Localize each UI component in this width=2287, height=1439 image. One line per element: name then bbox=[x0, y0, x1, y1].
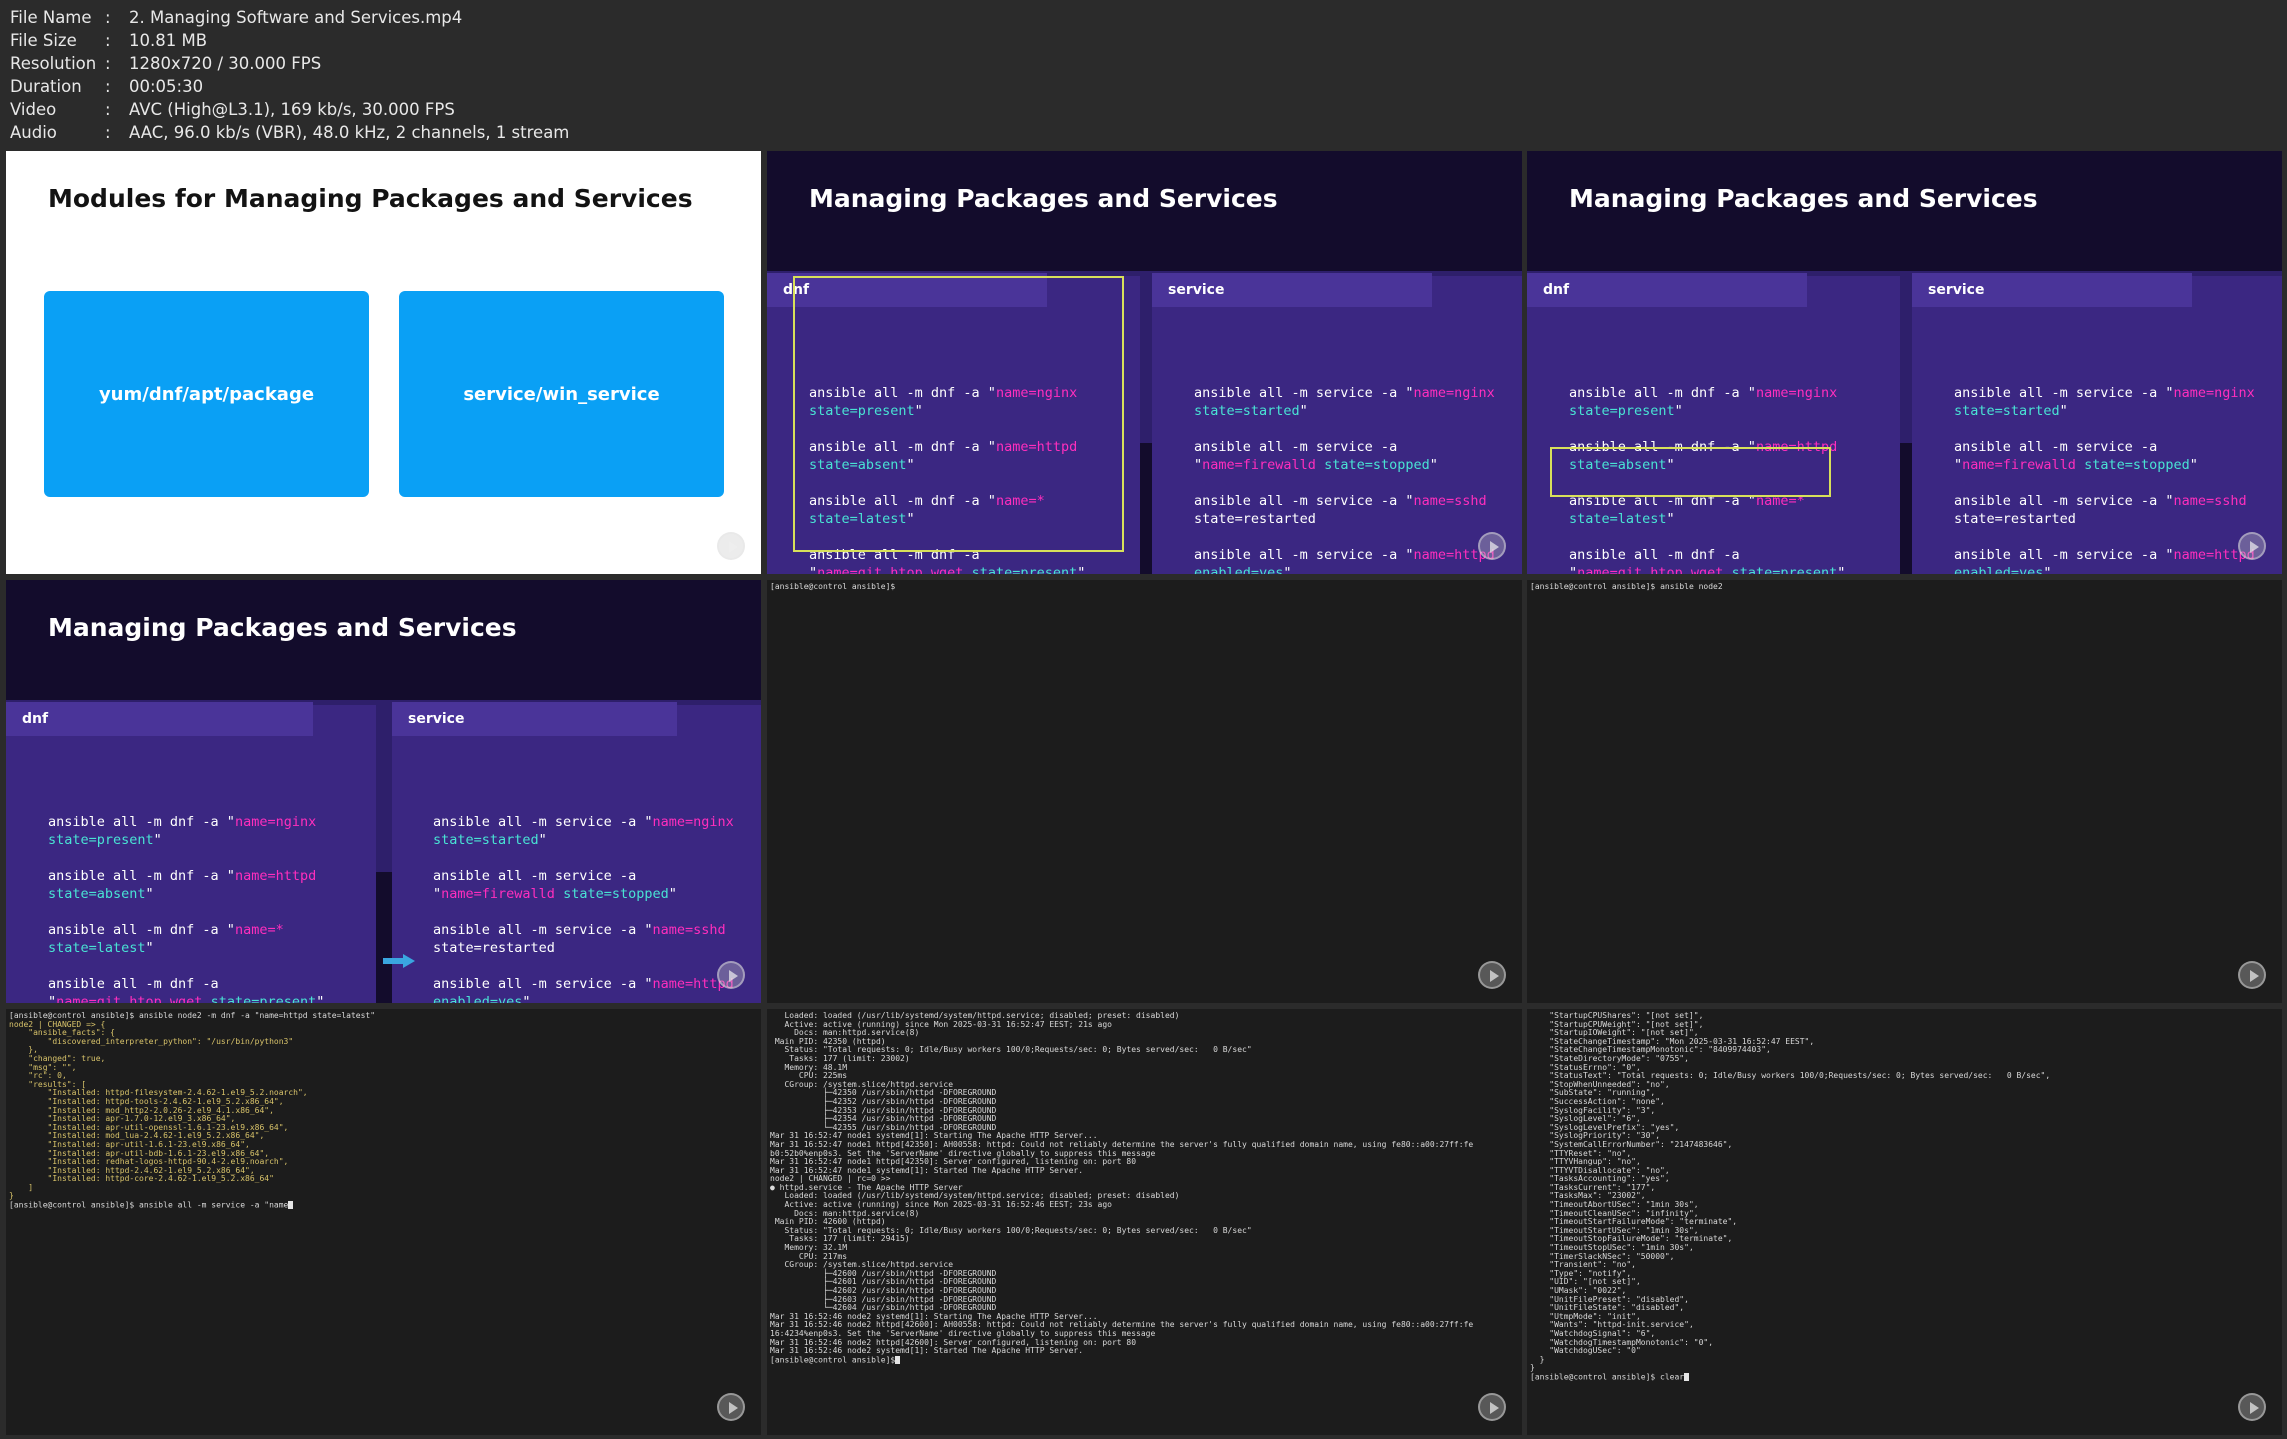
slide-title: Modules for Managing Packages and Servic… bbox=[48, 184, 693, 213]
terminal-prompt-line: [ansible@control ansible]$ ansible all -… bbox=[9, 1201, 375, 1210]
info-key: File Name bbox=[10, 8, 92, 27]
service-commands: ansible all -m service -a "name=nginx sta… bbox=[1194, 385, 1495, 574]
tab-dnf: dnf bbox=[6, 702, 313, 736]
play-icon[interactable] bbox=[2238, 532, 2266, 560]
terminal-line: "WatchdogUSec": "0" bbox=[1530, 1346, 1641, 1356]
thumbnail-9[interactable]: "StartupCPUShares": "[not set]", "Startu… bbox=[1527, 1009, 2282, 1435]
terminal-command: ansible node2 bbox=[1660, 582, 1723, 591]
play-icon[interactable] bbox=[1478, 961, 1506, 989]
play-icon[interactable] bbox=[2238, 961, 2266, 989]
info-key: Resolution bbox=[10, 54, 97, 73]
arrow-right-icon bbox=[383, 954, 415, 968]
cursor bbox=[288, 1201, 294, 1210]
terminal-line: } bbox=[1530, 1354, 1545, 1364]
module-box-services: service/win_service bbox=[399, 291, 724, 497]
thumbnail-7[interactable]: [ansible@control ansible]$ ansible node2… bbox=[6, 1009, 761, 1435]
terminal-line: Memory: 48.1M bbox=[770, 1062, 848, 1072]
highlight-box bbox=[1550, 447, 1831, 497]
terminal-line: "discovered_interpreter_python": "/usr/b… bbox=[9, 1036, 294, 1046]
info-key: Video bbox=[10, 100, 57, 119]
play-icon[interactable] bbox=[717, 532, 745, 560]
info-key: File Size bbox=[10, 31, 77, 50]
cursor bbox=[895, 1355, 901, 1364]
info-value: AAC, 96.0 kb/s (VBR), 48.0 kHz, 2 channe… bbox=[129, 123, 570, 142]
terminal-line: Tasks: 177 (limit: 29415) bbox=[770, 1234, 910, 1244]
dnf-panel: dnf ansible all -m dnf -a "name=nginx sta… bbox=[1527, 273, 1900, 574]
terminal-output: [ansible@control ansible]$ ansible node2 bbox=[1530, 582, 1723, 592]
info-value: 2. Managing Software and Services.mp4 bbox=[129, 8, 463, 27]
thumbnail-1[interactable]: Modules for Managing Packages and Servic… bbox=[6, 151, 761, 574]
info-value: AVC (High@L3.1), 169 kb/s, 30.000 FPS bbox=[129, 100, 455, 119]
terminal-output: Loaded: loaded (/usr/lib/systemd/system/… bbox=[770, 1011, 1473, 1365]
service-panel: service ansible all -m service -a "name=… bbox=[1152, 273, 1522, 574]
play-icon[interactable] bbox=[717, 1393, 745, 1421]
thumbnail-5[interactable]: [ansible@control ansible]$ bbox=[767, 580, 1522, 1003]
info-value: 1280x720 / 30.000 FPS bbox=[129, 54, 322, 73]
tab-service: service bbox=[392, 702, 677, 736]
terminal-line: Memory: 32.1M bbox=[770, 1243, 848, 1253]
service-commands: ansible all -m service -a "name=nginx sta… bbox=[433, 814, 734, 1003]
slide-title: Managing Packages and Services bbox=[1569, 184, 2038, 213]
terminal-output: "StartupCPUShares": "[not set]", "Startu… bbox=[1530, 1011, 2050, 1382]
highlight-box bbox=[793, 276, 1124, 552]
info-row-file-name: File Name:2. Managing Software and Servi… bbox=[10, 8, 463, 27]
slide-title: Managing Packages and Services bbox=[809, 184, 1278, 213]
play-icon[interactable] bbox=[1478, 532, 1506, 560]
terminal-line: "Installed: httpd-core-2.4.62-1.el9_5.2.… bbox=[9, 1174, 274, 1184]
terminal-prompt-line: [ansible@control ansible]$ clear bbox=[1530, 1373, 2050, 1382]
thumbnail-3[interactable]: Managing Packages and Services dnf ansib… bbox=[1527, 151, 2282, 574]
info-row-file-size: File Size:10.81 MB bbox=[10, 31, 208, 50]
terminal-output: [ansible@control ansible]$ ansible node2… bbox=[9, 1011, 375, 1210]
dnf-panel: dnf ansible all -m dnf -a "name=nginx sta… bbox=[6, 702, 376, 1003]
play-icon[interactable] bbox=[717, 961, 745, 989]
thumbnail-6[interactable]: [ansible@control ansible]$ ansible node2 bbox=[1527, 580, 2282, 1003]
tab-service: service bbox=[1152, 273, 1432, 307]
service-panel: service ansible all -m service -a "name=… bbox=[392, 702, 761, 1003]
info-row-duration: Duration:00:05:30 bbox=[10, 77, 204, 96]
thumbnail-grid: Modules for Managing Packages and Servic… bbox=[6, 151, 2282, 1435]
thumbnail-2[interactable]: Managing Packages and Services dnf ansib… bbox=[767, 151, 1522, 574]
cursor bbox=[1684, 1372, 1690, 1381]
service-panel: service ansible all -m service -a "name=… bbox=[1912, 273, 2282, 574]
terminal-output: [ansible@control ansible]$ bbox=[770, 582, 896, 592]
info-row-audio: Audio: AAC, 96.0 kb/s (VBR), 48.0 kHz, 2 … bbox=[10, 123, 570, 142]
service-commands: ansible all -m service -a "name=nginx sta… bbox=[1954, 385, 2255, 574]
info-value: 10.81 MB bbox=[129, 31, 208, 50]
module-box-packages: yum/dnf/apt/package bbox=[44, 291, 369, 497]
info-row-video: Video: AVC (High@L3.1), 169 kb/s, 30.000 … bbox=[10, 100, 455, 119]
info-row-resolution: Resolution:1280x720 / 30.000 FPS bbox=[10, 54, 322, 73]
play-icon[interactable] bbox=[2238, 1393, 2266, 1421]
file-info-header: File Name:2. Managing Software and Servi… bbox=[10, 6, 569, 144]
info-key: Duration bbox=[10, 77, 82, 96]
thumbnail-4[interactable]: Managing Packages and Services dnf ansib… bbox=[6, 580, 761, 1003]
tab-service: service bbox=[1912, 273, 2192, 307]
info-key: Audio bbox=[10, 123, 57, 142]
info-value: 00:05:30 bbox=[129, 77, 204, 96]
slide-title: Managing Packages and Services bbox=[48, 613, 517, 642]
terminal-prompt: [ansible@control ansible]$ bbox=[770, 582, 896, 591]
thumbnail-8[interactable]: Loaded: loaded (/usr/lib/systemd/system/… bbox=[767, 1009, 1522, 1435]
dnf-commands: ansible all -m dnf -a "name=nginx state=p… bbox=[48, 814, 325, 1003]
terminal-line: ] bbox=[9, 1182, 34, 1192]
play-icon[interactable] bbox=[1478, 1393, 1506, 1421]
tab-dnf: dnf bbox=[1527, 273, 1807, 307]
terminal-prompt: [ansible@control ansible]$ bbox=[1530, 582, 1656, 591]
terminal-line: Tasks: 177 (limit: 23002) bbox=[770, 1053, 910, 1063]
terminal-prompt-line: [ansible@control ansible]$ bbox=[770, 1355, 1473, 1365]
